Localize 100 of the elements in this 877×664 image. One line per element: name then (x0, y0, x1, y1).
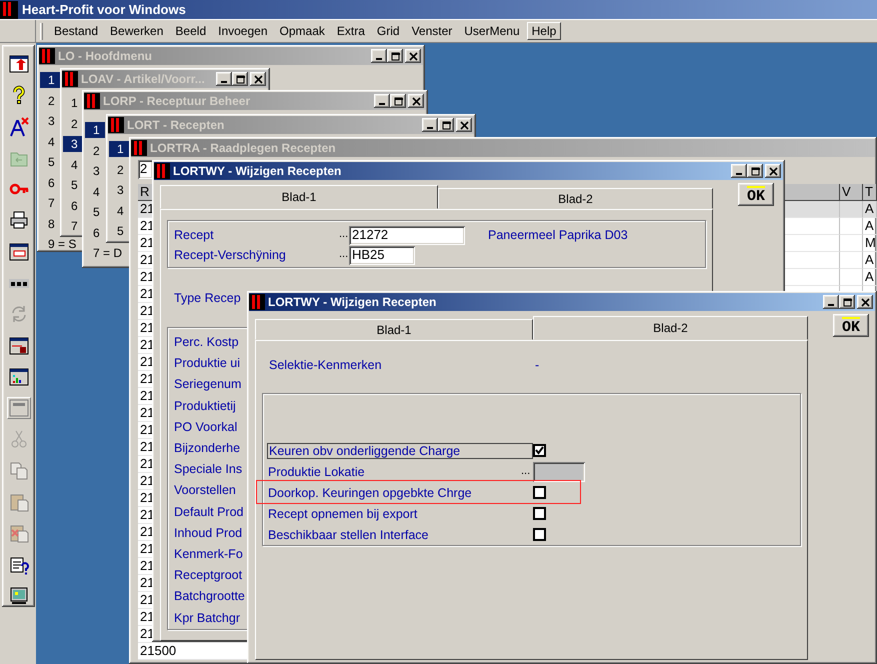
close-button[interactable] (250, 72, 266, 86)
menu-item[interactable]: Bewerken (105, 22, 168, 40)
tab[interactable]: Blad-1 (255, 319, 533, 340)
window-logo-icon (249, 294, 265, 310)
menu-item[interactable]: 4 (109, 202, 129, 219)
maximize-icon (390, 52, 400, 60)
menu-item[interactable]: 2 (63, 116, 83, 132)
menu-item[interactable]: Invoegen (213, 22, 273, 40)
maximize-button[interactable] (390, 94, 406, 108)
table-cell: A (863, 252, 877, 269)
maximize-icon (236, 74, 244, 84)
field-label: PO Voorkal (174, 420, 238, 435)
toolbar-button[interactable] (6, 240, 30, 263)
tab[interactable]: Blad-2 (438, 188, 713, 209)
menu-item[interactable]: Bestand (49, 22, 104, 40)
menu-item[interactable]: 1 (63, 95, 83, 112)
text-field[interactable]: 21272 (349, 226, 465, 244)
menu-item[interactable]: 8 (40, 216, 60, 232)
menu-item[interactable]: 3 (63, 136, 83, 152)
close-icon (412, 96, 420, 106)
maximize-button[interactable] (839, 295, 855, 309)
menu-item[interactable]: 7 = D (85, 245, 124, 262)
minimize-button[interactable] (731, 164, 747, 178)
close-button[interactable] (456, 118, 472, 132)
window-title: LORTWY - Wijzigen Recepten (173, 164, 342, 178)
window-title: LO - Hoofdmenu (58, 48, 153, 64)
menu-item[interactable]: 2 (109, 162, 129, 178)
menu-item[interactable]: 2 (85, 142, 105, 159)
menu-item[interactable]: 5 (63, 177, 83, 194)
option-label: Beschikbaar stellen Interface (267, 528, 430, 542)
field-label: Inhoud Prod (174, 526, 242, 541)
toolbar-button[interactable] (6, 53, 30, 76)
menu-item[interactable]: Opmaak (274, 22, 330, 40)
column-header: V (840, 184, 863, 201)
table-cell: M (863, 235, 877, 252)
text-field[interactable]: HB25 (349, 246, 415, 264)
tab[interactable]: Blad-2 (533, 316, 808, 340)
menu-item[interactable]: 9 = S (40, 236, 78, 252)
field-label: Type Recep (174, 291, 241, 305)
clipboard-help-icon (8, 554, 28, 575)
checkbox[interactable] (533, 528, 546, 541)
table-cell (840, 252, 863, 269)
maximize-button[interactable] (387, 49, 403, 63)
menu-item[interactable]: Grid (372, 22, 405, 40)
menu-item[interactable]: Help (526, 22, 562, 40)
menu-item[interactable]: 1 (40, 72, 60, 88)
close-button[interactable] (405, 49, 421, 63)
field-label: Receptgroot (174, 568, 242, 584)
menu-item[interactable]: Extra (332, 22, 370, 40)
checkbox[interactable] (533, 507, 546, 520)
minimize-button[interactable] (216, 72, 232, 86)
checkbox[interactable] (533, 444, 546, 457)
field-label: Selektie-Kenmerken (269, 358, 383, 372)
menu-item[interactable]: 3 (109, 182, 129, 198)
menu-item[interactable]: 1 (85, 122, 105, 138)
ok-button[interactable]: OK (738, 183, 774, 206)
window-title: LORT - Recepten (127, 118, 226, 132)
minimize-icon (736, 173, 742, 175)
text-field[interactable]: 2 (138, 160, 153, 179)
toolbar-button[interactable] (6, 366, 30, 388)
paste-delete-icon (8, 523, 28, 544)
maximize-button[interactable] (747, 164, 763, 178)
minimize-button[interactable] (374, 94, 390, 108)
maximize-icon (842, 298, 852, 306)
menu-item[interactable]: 7 (63, 218, 83, 234)
close-button[interactable] (408, 94, 424, 108)
menu-item[interactable]: 3 (85, 163, 105, 180)
menu-item[interactable]: 7 (40, 195, 60, 212)
field-label: Perc. Kostp (174, 335, 239, 350)
minimize-button[interactable] (823, 295, 839, 309)
app-logo-icon (0, 0, 18, 18)
close-button[interactable] (857, 295, 873, 309)
close-button[interactable] (765, 164, 781, 178)
ok-button[interactable]: OK (833, 314, 869, 337)
menu-item[interactable]: 4 (63, 156, 83, 173)
menu-item[interactable]: 5 (85, 204, 105, 220)
menu-item[interactable]: 5 (109, 223, 129, 240)
maximize-button[interactable] (438, 118, 454, 132)
table-cell (840, 235, 863, 252)
minimize-button[interactable] (422, 118, 438, 132)
menu-item[interactable]: 1 (109, 141, 129, 158)
window-title: LORP - Receptuur Beheer (103, 94, 252, 108)
menu-item[interactable]: 4 (40, 134, 60, 150)
menu-item[interactable]: 4 (85, 184, 105, 200)
menu-item[interactable]: 6 (85, 224, 105, 241)
menu-item[interactable]: 5 (40, 154, 60, 170)
tab[interactable]: Blad-1 (160, 185, 438, 209)
maximize-icon (442, 120, 450, 130)
table-cell (840, 201, 863, 218)
menu-item[interactable]: 2 (40, 92, 60, 109)
menu-item[interactable]: 6 (63, 198, 83, 214)
menu-item[interactable]: Beeld (170, 22, 212, 40)
menu-item[interactable]: UserMenu (459, 22, 525, 40)
menu-item[interactable]: 6 (40, 174, 60, 191)
minimize-button[interactable] (371, 49, 387, 63)
printer-icon (8, 210, 28, 230)
maximize-button[interactable] (232, 72, 248, 86)
checkbox[interactable] (533, 486, 546, 499)
menu-item[interactable]: Venster (406, 22, 458, 40)
menu-item[interactable]: 3 (40, 113, 60, 130)
